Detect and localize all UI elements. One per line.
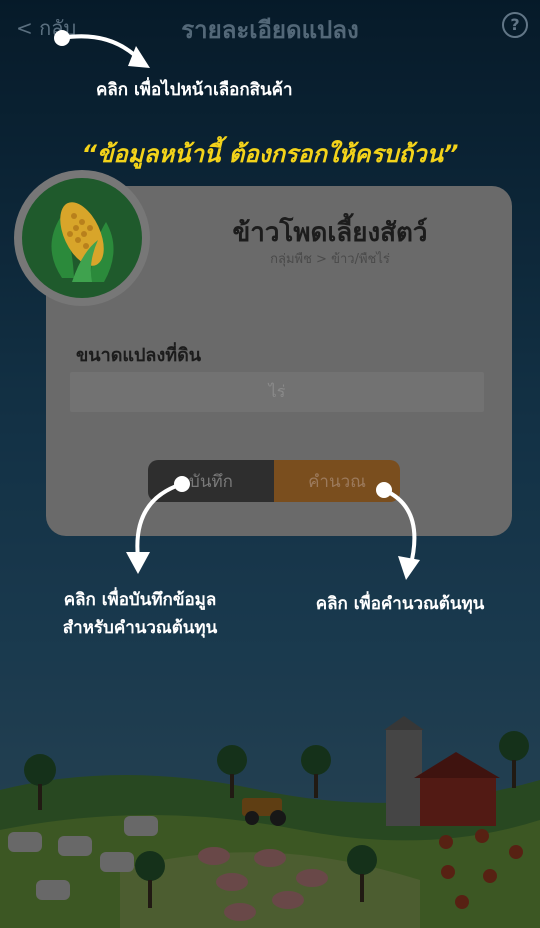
save-button[interactable]: บันทึก [148, 460, 274, 502]
corn-icon [22, 178, 142, 298]
calculate-button[interactable]: คำนวณ [274, 460, 400, 502]
tutorial-screen: < กลับ รายละเอียดแปลง ? ข้าวโพดเลี้ยงสัต… [0, 0, 540, 928]
help-icon[interactable]: ? [502, 12, 528, 38]
app-header: < กลับ รายละเอียดแปลง ? [0, 0, 540, 50]
save-hint-line2: สำหรับคำนวณต้นทุน [62, 618, 218, 638]
back-hint: คลิก เพื่อไปหน้าเลือกสินค้า [96, 80, 293, 100]
required-info-banner: “ข้อมูลหน้านี้ ต้องกรอกให้ครบถ้วน” [81, 140, 459, 168]
breadcrumb: กลุ่มพืช > ข้าว/พืชไร่ [270, 252, 390, 267]
save-hint-line1: คลิก เพื่อบันทึกข้อมูล [63, 590, 217, 610]
plot-size-input[interactable]: ไร่ [70, 372, 484, 412]
page-title: รายละเอียดแปลง [181, 16, 359, 44]
plot-size-label: ขนาดแปลงที่ดิน [76, 345, 202, 366]
calc-hint: คลิก เพื่อคำนวณต้นทุน [315, 594, 485, 614]
product-avatar [14, 170, 150, 306]
save-hint: คลิก เพื่อบันทึกข้อมูล สำหรับคำนวณต้นทุน [50, 586, 230, 642]
product-name: ข้าวโพดเลี้ยงสัตว์ [232, 218, 428, 248]
unit-placeholder: ไร่ [268, 381, 286, 401]
